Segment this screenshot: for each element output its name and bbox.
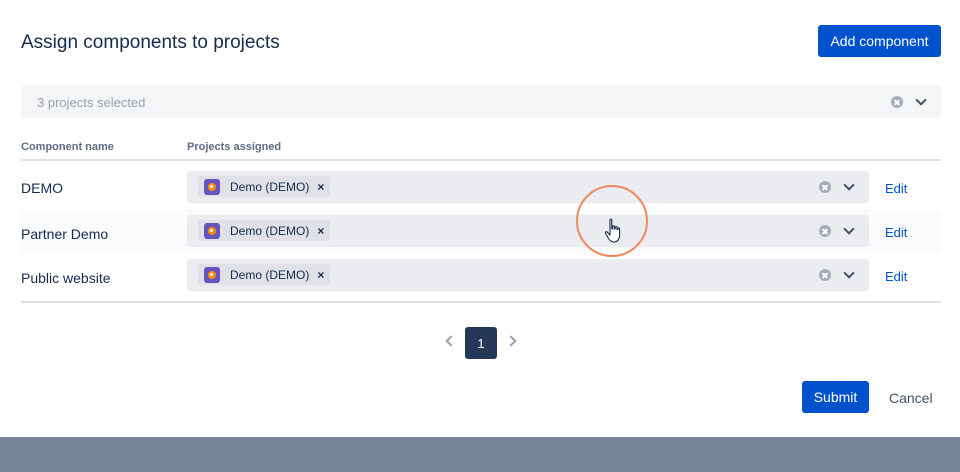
chevron-right-icon[interactable] — [505, 335, 517, 347]
project-avatar-icon — [204, 266, 220, 283]
edit-link[interactable]: Edit — [885, 269, 907, 284]
project-tag: Demo (DEMO) × — [198, 176, 331, 197]
edit-link[interactable]: Edit — [885, 181, 907, 196]
edit-link[interactable]: Edit — [885, 225, 907, 240]
project-tag-label: Demo (DEMO) — [230, 223, 310, 238]
chevron-down-icon[interactable] — [843, 179, 855, 191]
projects-assigned-select[interactable]: Demo (DEMO) × — [187, 259, 869, 291]
column-header-projects-assigned: Projects assigned — [187, 141, 282, 153]
project-avatar-icon — [204, 178, 220, 195]
projects-assigned-select[interactable]: Demo (DEMO) × — [187, 215, 869, 247]
projects-assigned-select[interactable]: Demo (DEMO) × — [187, 171, 869, 203]
projects-filter-placeholder: 3 projects selected — [37, 95, 146, 110]
projects-filter-select[interactable]: 3 projects selected — [21, 86, 941, 118]
table-bottom-divider — [21, 301, 941, 303]
page-backdrop — [0, 437, 960, 472]
project-tag: Demo (DEMO) × — [198, 264, 331, 285]
column-header-component-name: Component name — [21, 141, 114, 153]
remove-tag-icon[interactable]: × — [317, 269, 324, 281]
clear-icon[interactable] — [819, 225, 831, 237]
table-header-divider — [21, 159, 941, 161]
table-row: DEMO Demo (DEMO) × Edit — [21, 166, 941, 210]
cancel-button[interactable]: Cancel — [889, 390, 933, 406]
clear-icon[interactable] — [891, 96, 903, 108]
component-name: Public website — [21, 270, 111, 286]
chevron-left-icon[interactable] — [445, 335, 457, 347]
project-tag-label: Demo (DEMO) — [230, 267, 310, 282]
submit-button[interactable]: Submit — [802, 381, 869, 413]
pagination-page-current[interactable]: 1 — [465, 327, 497, 359]
remove-tag-icon[interactable]: × — [317, 225, 324, 237]
hand-cursor-icon — [604, 218, 621, 243]
chevron-down-icon[interactable] — [843, 267, 855, 279]
component-name: Partner Demo — [21, 226, 109, 242]
chevron-down-icon[interactable] — [915, 94, 927, 106]
table-row: Partner Demo Demo (DEMO) × Edit — [21, 210, 941, 254]
assign-components-dialog: Assign components to projects Add compon… — [0, 0, 960, 437]
add-component-button[interactable]: Add component — [818, 25, 941, 57]
component-name: DEMO — [21, 180, 63, 196]
project-avatar-icon — [204, 222, 220, 239]
dialog-title: Assign components to projects — [21, 32, 280, 53]
clear-icon[interactable] — [819, 269, 831, 281]
clear-icon[interactable] — [819, 181, 831, 193]
table-row: Public website Demo (DEMO) × Edit — [21, 254, 941, 298]
project-tag: Demo (DEMO) × — [198, 220, 331, 241]
chevron-down-icon[interactable] — [843, 223, 855, 235]
remove-tag-icon[interactable]: × — [317, 181, 324, 193]
project-tag-label: Demo (DEMO) — [230, 179, 310, 194]
